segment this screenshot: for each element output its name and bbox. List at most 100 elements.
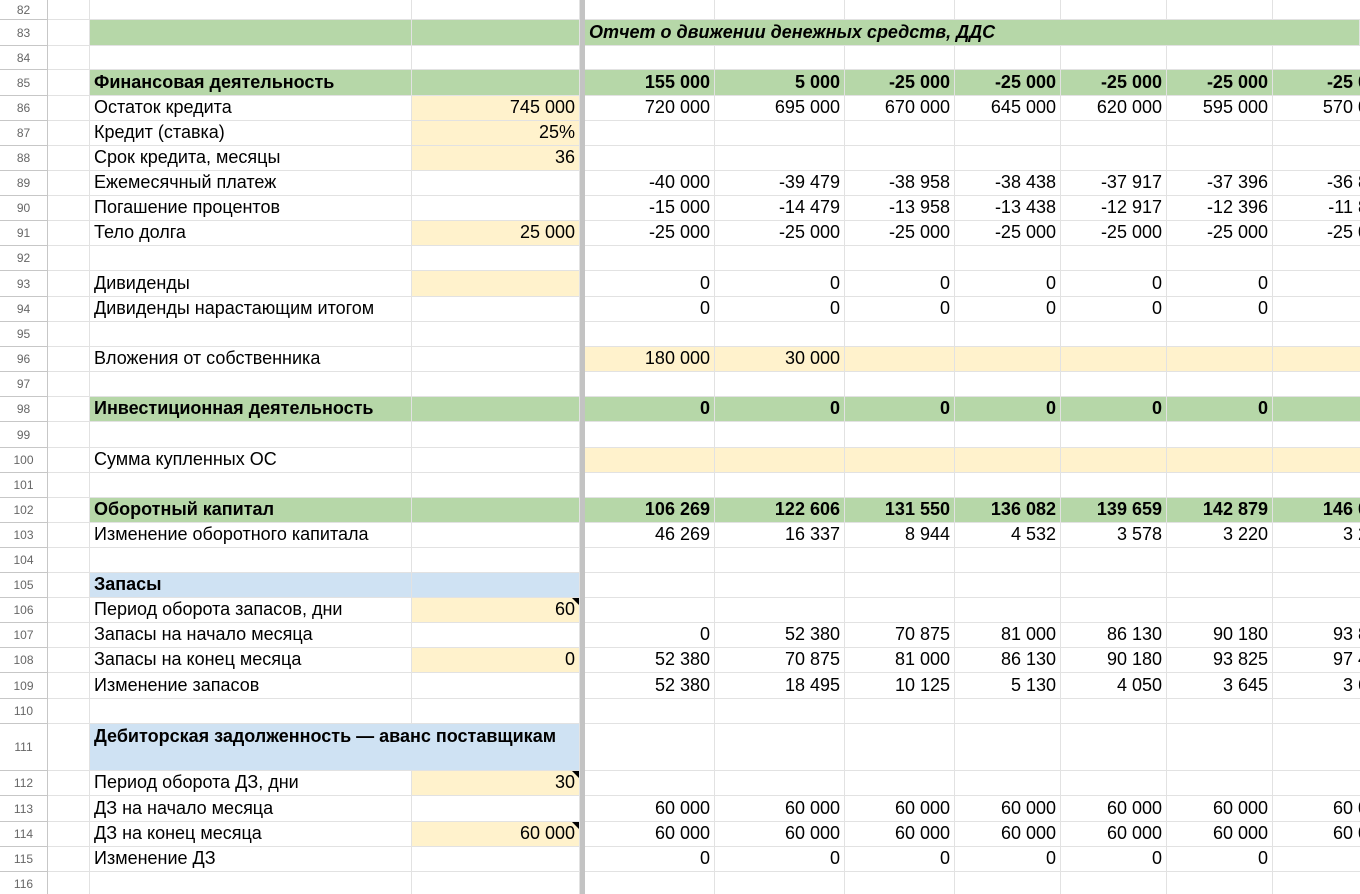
- value-cell[interactable]: 60 000: [585, 796, 715, 822]
- value-cell[interactable]: [715, 422, 845, 448]
- row-header[interactable]: 98: [0, 397, 48, 422]
- value-cell[interactable]: 0: [845, 297, 955, 322]
- value-cell[interactable]: [845, 573, 955, 598]
- value-cell[interactable]: 4 050: [1061, 673, 1167, 699]
- row-label[interactable]: [90, 46, 412, 70]
- value-cell[interactable]: 0: [715, 847, 845, 872]
- value-cell[interactable]: -38 958: [845, 171, 955, 196]
- cell-spacer[interactable]: [48, 847, 90, 872]
- cell-spacer[interactable]: [48, 548, 90, 573]
- value-cell[interactable]: 52 380: [585, 648, 715, 673]
- value-cell[interactable]: [955, 771, 1061, 796]
- cell-spacer[interactable]: [48, 96, 90, 121]
- value-cell[interactable]: -25 000: [1061, 221, 1167, 246]
- value-cell[interactable]: [1273, 372, 1360, 397]
- row-label[interactable]: Оборотный капитал: [90, 498, 412, 523]
- input-cell[interactable]: [412, 573, 580, 598]
- value-cell[interactable]: [585, 246, 715, 271]
- value-cell[interactable]: 60 000: [955, 796, 1061, 822]
- value-cell[interactable]: [1167, 46, 1273, 70]
- value-cell[interactable]: [585, 598, 715, 623]
- value-cell[interactable]: [955, 573, 1061, 598]
- value-cell[interactable]: 97 470: [1273, 648, 1360, 673]
- value-cell[interactable]: [955, 699, 1061, 724]
- value-cell[interactable]: [845, 46, 955, 70]
- row-label[interactable]: Изменение оборотного капитала: [90, 523, 412, 548]
- value-cell[interactable]: 0: [1167, 271, 1273, 297]
- input-cell[interactable]: [412, 246, 580, 271]
- input-cell[interactable]: [412, 448, 580, 473]
- value-cell[interactable]: [1061, 573, 1167, 598]
- value-cell[interactable]: 0: [585, 271, 715, 297]
- value-cell[interactable]: [715, 473, 845, 498]
- value-cell[interactable]: -37 917: [1061, 171, 1167, 196]
- value-cell[interactable]: 0: [1167, 847, 1273, 872]
- value-cell[interactable]: [585, 448, 715, 473]
- cell-spacer[interactable]: [48, 297, 90, 322]
- value-cell[interactable]: [1273, 847, 1360, 872]
- value-cell[interactable]: [1273, 121, 1360, 146]
- value-cell[interactable]: 142 879: [1167, 498, 1273, 523]
- value-cell[interactable]: -39 479: [715, 171, 845, 196]
- value-cell[interactable]: [585, 699, 715, 724]
- cell-spacer[interactable]: [48, 271, 90, 297]
- value-cell[interactable]: [1061, 322, 1167, 347]
- value-cell[interactable]: 0: [585, 847, 715, 872]
- cell-spacer[interactable]: [48, 473, 90, 498]
- value-cell[interactable]: [715, 372, 845, 397]
- value-cell[interactable]: -25 000: [955, 221, 1061, 246]
- value-cell[interactable]: 60 000: [845, 822, 955, 847]
- value-cell[interactable]: 0: [585, 623, 715, 648]
- value-cell[interactable]: -12 396: [1167, 196, 1273, 221]
- value-cell[interactable]: 695 000: [715, 96, 845, 121]
- value-cell[interactable]: [1061, 372, 1167, 397]
- row-label[interactable]: Дивиденды нарастающим итогом: [90, 297, 412, 322]
- value-cell[interactable]: 122 606: [715, 498, 845, 523]
- value-cell[interactable]: [1061, 146, 1167, 171]
- value-cell[interactable]: [585, 548, 715, 573]
- value-cell[interactable]: 5 000: [715, 70, 845, 96]
- value-cell[interactable]: 146 099: [1273, 498, 1360, 523]
- row-label[interactable]: Тело долга: [90, 221, 412, 246]
- value-cell[interactable]: 60 000: [715, 822, 845, 847]
- row-label[interactable]: ДЗ на начало месяца: [90, 796, 412, 822]
- cell-spacer[interactable]: [48, 523, 90, 548]
- value-cell[interactable]: 0: [1061, 297, 1167, 322]
- value-cell[interactable]: [1167, 347, 1273, 372]
- value-cell[interactable]: [955, 372, 1061, 397]
- value-cell[interactable]: [585, 771, 715, 796]
- row-header[interactable]: 91: [0, 221, 48, 246]
- input-cell[interactable]: [412, 422, 580, 448]
- value-cell[interactable]: -36 875: [1273, 171, 1360, 196]
- value-cell[interactable]: 0: [1167, 297, 1273, 322]
- input-cell[interactable]: [412, 847, 580, 872]
- row-label[interactable]: Дивиденды: [90, 271, 412, 297]
- value-cell[interactable]: [1273, 473, 1360, 498]
- value-cell[interactable]: 10 125: [845, 673, 955, 699]
- value-cell[interactable]: [955, 246, 1061, 271]
- input-cell[interactable]: [412, 523, 580, 548]
- row-header[interactable]: 115: [0, 847, 48, 872]
- value-cell[interactable]: [715, 573, 845, 598]
- cell-spacer[interactable]: [48, 598, 90, 623]
- value-cell[interactable]: 595 000: [1167, 96, 1273, 121]
- value-cell[interactable]: -25 000: [845, 70, 955, 96]
- value-cell[interactable]: [715, 598, 845, 623]
- cell-spacer[interactable]: [48, 70, 90, 96]
- row-header[interactable]: 99: [0, 422, 48, 448]
- value-cell[interactable]: [955, 473, 1061, 498]
- value-cell[interactable]: [845, 372, 955, 397]
- row-label[interactable]: Срок кредита, месяцы: [90, 146, 412, 171]
- row-label[interactable]: Ежемесячный платеж: [90, 171, 412, 196]
- value-cell[interactable]: [1273, 246, 1360, 271]
- value-cell[interactable]: 3 220: [1167, 523, 1273, 548]
- cell-spacer[interactable]: [48, 372, 90, 397]
- value-cell[interactable]: [1273, 573, 1360, 598]
- value-cell[interactable]: [1167, 724, 1273, 771]
- row-label[interactable]: [90, 422, 412, 448]
- value-cell[interactable]: [585, 422, 715, 448]
- value-cell[interactable]: -25 000: [1273, 221, 1360, 246]
- row-header[interactable]: 107: [0, 623, 48, 648]
- value-cell[interactable]: [845, 872, 955, 894]
- value-cell[interactable]: [1061, 347, 1167, 372]
